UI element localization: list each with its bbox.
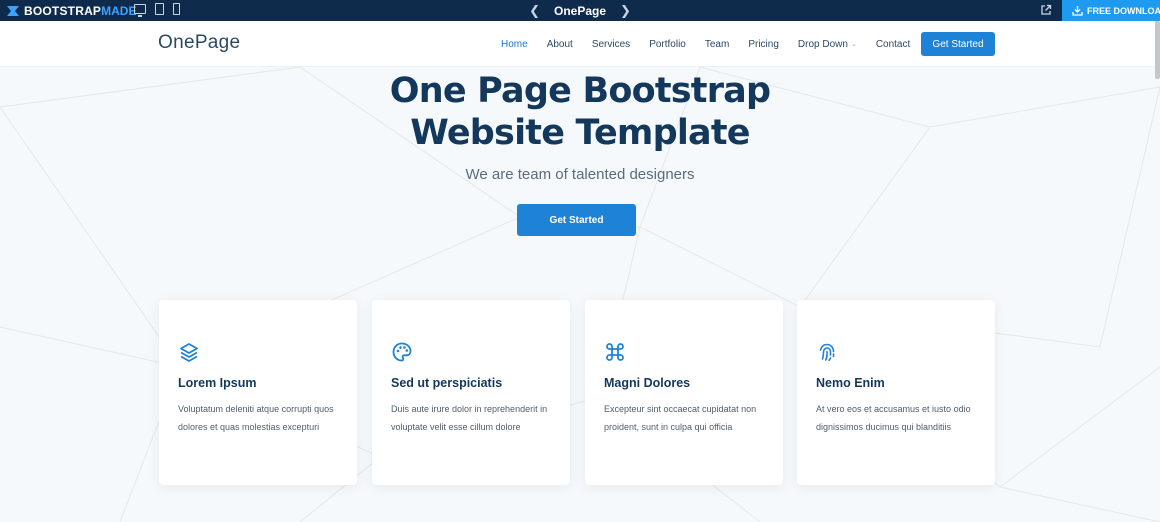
page-scrollbar[interactable] <box>1155 21 1160 79</box>
bootstrapmade-logo-icon <box>7 5 19 16</box>
tablet-view-icon[interactable] <box>155 3 164 15</box>
nav-team[interactable]: Team <box>705 39 729 50</box>
free-download-button[interactable]: FREE DOWNLOAD <box>1062 0 1160 21</box>
header-get-started-button[interactable]: Get Started <box>921 32 995 56</box>
nav-about[interactable]: About <box>547 39 573 50</box>
palette-icon <box>392 342 412 362</box>
template-title: OnePage <box>553 3 607 18</box>
nav-dropdown[interactable]: Drop Down ⌄ <box>798 39 857 50</box>
free-download-label: FREE DOWNLOAD <box>1087 5 1160 16</box>
hero-subtitle: We are team of talented designers <box>465 166 695 183</box>
hero-title-line-2: Website Template <box>410 113 750 153</box>
nav-services[interactable]: Services <box>592 39 630 50</box>
site-logo[interactable]: OnePage <box>158 32 240 54</box>
bootstrapmade-logo[interactable]: BOOTSTRAP MADE <box>6 2 136 19</box>
device-switcher <box>134 3 180 17</box>
feature-card-magni-dolores[interactable]: Magni Dolores Excepteur sint occaecat cu… <box>585 300 783 485</box>
nav-dropdown-label: Drop Down <box>797 38 848 50</box>
feature-card-lorem-ipsum[interactable]: Lorem Ipsum Voluptatum deleniti atque co… <box>159 300 357 485</box>
phone-view-icon[interactable] <box>173 3 180 15</box>
next-template-chevron-right-icon[interactable]: ❯ <box>620 3 631 19</box>
feature-card-sed-ut-perspiciatis[interactable]: Sed ut perspiciatis Duis aute irure dolo… <box>372 300 570 485</box>
nav-contact[interactable]: Contact <box>876 39 910 50</box>
brand-suffix: MADE <box>101 3 137 18</box>
feature-card-text: Voluptatum deleniti atque corrupti quos … <box>178 404 334 432</box>
feature-card-text: Duis aute irure dolor in reprehenderit i… <box>391 404 548 432</box>
feature-card-title: Sed ut perspiciatis <box>391 376 503 390</box>
open-external-icon[interactable] <box>1040 4 1052 16</box>
main-nav: Home About Services Portfolio Team Prici… <box>501 21 929 67</box>
nav-home[interactable]: Home <box>501 39 528 50</box>
desktop-view-icon[interactable] <box>134 4 146 17</box>
previous-template-chevron-left-icon[interactable]: ❮ <box>529 3 540 19</box>
feature-card-text: Excepteur sint occaecat cupidatat non pr… <box>604 404 757 432</box>
feature-card-title: Magni Dolores <box>604 376 691 390</box>
feature-card-nemo-enim[interactable]: Nemo Enim At vero eos et accusamus et iu… <box>797 300 995 485</box>
download-icon <box>1072 6 1083 16</box>
feature-card-text: At vero eos et accusamus et iusto odio d… <box>816 404 971 432</box>
nav-pricing[interactable]: Pricing <box>748 39 779 50</box>
brand-name: BOOTSTRAP <box>24 3 102 18</box>
site-header: OnePage Home About Services Portfolio Te… <box>0 21 1160 67</box>
hero-title: One Page Bootstrap Website Template <box>340 70 820 154</box>
command-icon <box>606 343 624 361</box>
feature-card-title: Lorem Ipsum <box>178 376 257 390</box>
preview-bar: BOOTSTRAP MADE ❮ OnePage ❯ FREE DOWNLOAD <box>0 0 1160 21</box>
layers-icon <box>180 343 198 362</box>
hero-get-started-button[interactable]: Get Started <box>517 204 636 236</box>
chevron-down-icon: ⌄ <box>850 41 857 48</box>
feature-card-title: Nemo Enim <box>816 376 885 390</box>
fingerprint-icon <box>819 343 835 362</box>
nav-portfolio[interactable]: Portfolio <box>649 39 686 50</box>
hero-title-line-1: One Page Bootstrap <box>389 71 771 111</box>
